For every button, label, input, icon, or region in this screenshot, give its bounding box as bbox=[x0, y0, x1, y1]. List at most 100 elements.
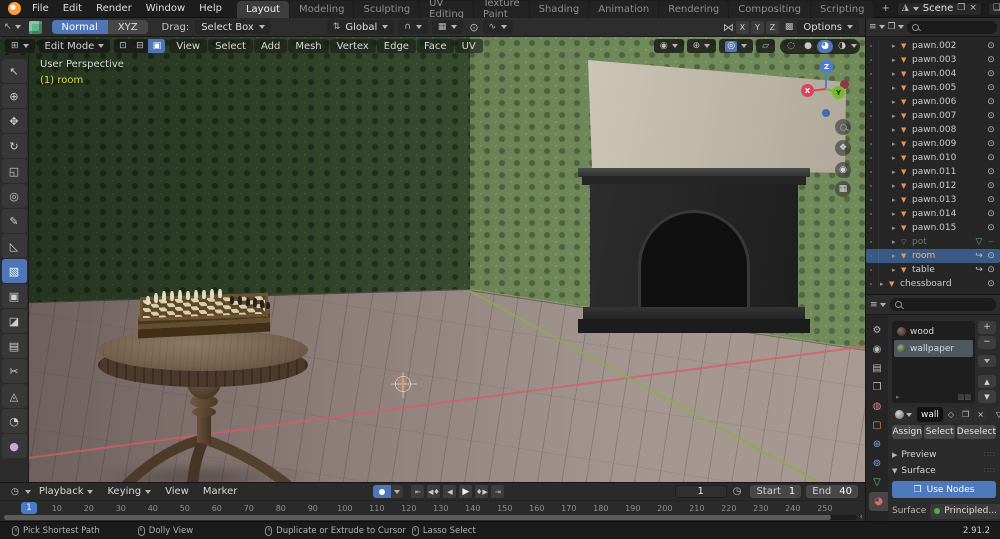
hide-eye-icon[interactable]: ⊙ bbox=[985, 209, 997, 219]
proportional-editing-icon[interactable]: ⊙ bbox=[469, 22, 478, 33]
pan-hand-icon[interactable]: ❖ bbox=[835, 140, 851, 156]
properties-tab-object[interactable]: ▢ bbox=[866, 416, 888, 435]
scene-selector[interactable]: ◮ Scene ❐ × bbox=[896, 1, 982, 16]
tab-compositing[interactable]: Compositing bbox=[729, 0, 810, 18]
outliner-row-pawn.013[interactable]: ▸ ▼ pawn.013 ⊙ bbox=[866, 193, 1000, 207]
tab-animation[interactable]: Animation bbox=[589, 0, 659, 18]
outliner-row-pawn.003[interactable]: ▸ ▼ pawn.003 ⊙ bbox=[866, 53, 1000, 67]
transform-orientation-dropdown[interactable]: ⇅ Global bbox=[326, 20, 395, 34]
hide-eye-icon[interactable]: ⊙ bbox=[985, 111, 997, 121]
disclosure-icon[interactable]: ▸ bbox=[892, 112, 901, 120]
disclosure-icon[interactable]: ▸ bbox=[892, 126, 901, 134]
hide-eye-closed-icon[interactable]: ⌣ bbox=[985, 237, 997, 247]
properties-tab-modifiers[interactable]: ⊛ bbox=[866, 435, 888, 454]
properties-tab-render[interactable]: ◉ bbox=[866, 340, 888, 359]
menu-render[interactable]: Render bbox=[89, 0, 139, 18]
snapping-options-icon[interactable]: ▩ bbox=[785, 22, 794, 32]
tab-modeling[interactable]: Modeling bbox=[289, 0, 354, 18]
view-menu[interactable]: View bbox=[159, 486, 195, 497]
face-select-button[interactable]: ▣ bbox=[148, 39, 166, 53]
disclosure-icon[interactable]: ▸ bbox=[892, 168, 901, 176]
camera-view-icon[interactable]: ◉ bbox=[835, 162, 851, 178]
menu-file[interactable]: File bbox=[25, 0, 56, 18]
disclosure-icon[interactable]: ▸ bbox=[892, 196, 901, 204]
tool-move[interactable]: ✥ bbox=[1, 109, 27, 133]
hide-eye-icon[interactable]: ⊙ bbox=[985, 181, 997, 191]
hide-eye-icon[interactable]: ⊙ bbox=[985, 125, 997, 135]
outliner-row-pawn.007[interactable]: ▸ ▼ pawn.007 ⊙ bbox=[866, 109, 1000, 123]
modifier-icon[interactable]: ↪ bbox=[973, 251, 985, 261]
disclosure-icon[interactable]: ▸ bbox=[892, 252, 901, 260]
outliner-row-pawn.014[interactable]: ▸ ▼ pawn.014 ⊙ bbox=[866, 207, 1000, 221]
tab-uv-editing[interactable]: UV Editing bbox=[420, 0, 473, 20]
viewport-menu-add[interactable]: Add bbox=[253, 39, 288, 53]
rendered-shading-button[interactable]: ◑ bbox=[834, 40, 850, 53]
viewport-menu-view[interactable]: View bbox=[169, 39, 208, 53]
slot-specials-dropdown[interactable] bbox=[978, 354, 996, 368]
tab-scripting[interactable]: Scripting bbox=[810, 0, 874, 18]
hide-eye-icon[interactable]: ⊙ bbox=[985, 69, 997, 79]
disclosure-icon[interactable]: ▸ bbox=[892, 84, 901, 92]
blender-logo-icon[interactable] bbox=[8, 2, 21, 15]
tool-smooth[interactable]: ● bbox=[1, 434, 27, 458]
timeline-scrollbar[interactable] bbox=[4, 515, 857, 520]
hide-eye-icon[interactable]: ⊙ bbox=[985, 251, 997, 261]
snap-target-dropdown[interactable]: ▦ bbox=[431, 20, 464, 34]
gizmo-minus-z-ball[interactable] bbox=[822, 109, 830, 117]
fake-user-button[interactable]: ◇ bbox=[944, 407, 958, 422]
solid-shading-button[interactable]: ● bbox=[800, 40, 816, 53]
disclosure-icon[interactable]: ▸ bbox=[892, 154, 901, 162]
tool-extrude-region[interactable]: ▧ bbox=[1, 259, 27, 283]
disclosure-icon[interactable]: ▸ bbox=[892, 266, 901, 274]
tool-select-box[interactable]: ↖ bbox=[1, 59, 27, 83]
gizmo-x-ball[interactable]: X bbox=[801, 84, 814, 97]
jump-to-end-button[interactable]: ⇥ bbox=[491, 485, 505, 498]
properties-search-input[interactable] bbox=[889, 298, 996, 311]
expand-icon[interactable]: ▸ bbox=[896, 393, 900, 401]
mirror-z-toggle[interactable]: Z bbox=[765, 20, 779, 34]
browse-material-dropdown[interactable] bbox=[892, 407, 915, 422]
tool-transform[interactable]: ◎ bbox=[1, 184, 27, 208]
orientation-xyz-button[interactable]: XYZ bbox=[107, 20, 148, 34]
outliner-row-pawn.006[interactable]: ▸ ▼ pawn.006 ⊙ bbox=[866, 95, 1000, 109]
outliner-search-input[interactable] bbox=[906, 20, 997, 34]
outliner-row-pawn.012[interactable]: ▸ ▼ pawn.012 ⊙ bbox=[866, 179, 1000, 193]
object-visibility-dropdown[interactable]: ◉ bbox=[653, 39, 684, 53]
outliner-row-chessboard[interactable]: ▸ ▼ chessboard ⊙ bbox=[866, 277, 1000, 291]
tab-shading[interactable]: Shading bbox=[529, 0, 589, 18]
disclosure-icon[interactable]: ▸ bbox=[892, 42, 901, 50]
viewport-menu-uv[interactable]: UV bbox=[454, 39, 483, 53]
use-nodes-button[interactable]: ❒ Use Nodes bbox=[892, 481, 996, 498]
hide-eye-icon[interactable]: ⊙ bbox=[985, 97, 997, 107]
add-slot-button[interactable]: + bbox=[978, 321, 996, 334]
viewport-menu-edge[interactable]: Edge bbox=[376, 39, 416, 53]
gizmo-y-ball[interactable]: Y bbox=[832, 86, 845, 99]
disclosure-icon[interactable]: ▸ bbox=[892, 140, 901, 148]
hide-eye-icon[interactable]: ⊙ bbox=[985, 195, 997, 205]
prev-frame-button[interactable]: ◀ bbox=[443, 485, 457, 498]
navigation-gizmo[interactable]: Z X Y bbox=[796, 52, 860, 117]
modifier-icon[interactable]: ↪ bbox=[973, 265, 985, 275]
viewport-menu-mesh[interactable]: Mesh bbox=[288, 39, 329, 53]
properties-tab-world[interactable]: ◍ bbox=[866, 397, 888, 416]
new-scene-icon[interactable]: ❐ bbox=[957, 4, 965, 13]
orthographic-grid-icon[interactable]: ▦ bbox=[835, 181, 851, 197]
snap-toggle[interactable]: ∩ bbox=[398, 20, 428, 34]
move-slot-up-button[interactable]: ▲ bbox=[978, 375, 996, 389]
move-slot-down-button[interactable]: ▼ bbox=[978, 390, 996, 403]
tab-layout[interactable]: Layout bbox=[236, 0, 289, 18]
shader-dropdown[interactable]: Principled... bbox=[930, 503, 1000, 519]
preview-panel-header[interactable]: ▶ Preview ∷∷ bbox=[892, 447, 996, 462]
hide-eye-icon[interactable]: ⊙ bbox=[985, 223, 997, 233]
surface-panel-header[interactable]: ▼ Surface ∷∷ bbox=[892, 463, 996, 478]
drag-mode-dropdown[interactable]: Select Box bbox=[195, 20, 271, 34]
disclosure-icon[interactable]: ▸ bbox=[892, 98, 901, 106]
material-preview-button[interactable]: ◕ bbox=[817, 39, 833, 53]
mirror-x-toggle[interactable]: X bbox=[735, 20, 749, 34]
outliner-row-pawn.015[interactable]: ▸ ▼ pawn.015 ⊙ bbox=[866, 221, 1000, 235]
properties-editor-dropdown[interactable]: ≡ bbox=[870, 300, 886, 310]
current-frame-field[interactable]: 1 bbox=[674, 485, 727, 498]
orientation-normal-button[interactable]: Normal bbox=[51, 20, 108, 34]
tab-sculpting[interactable]: Sculpting bbox=[354, 0, 420, 18]
view-layer-selector[interactable]: ❏ View Layer ❐ × bbox=[987, 1, 1000, 16]
